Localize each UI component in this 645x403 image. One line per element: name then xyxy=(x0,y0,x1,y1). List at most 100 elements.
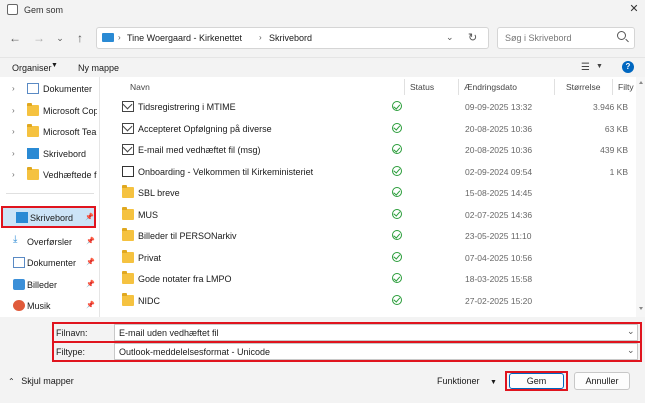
sidebar-item-downloads[interactable]: ⤓ Overførsler 📌 xyxy=(0,232,100,252)
pin-icon[interactable]: 📌 xyxy=(86,237,95,245)
sidebar-item-copilot[interactable]: › Microsoft Copilot xyxy=(0,101,100,121)
sidebar-item-skrivebord[interactable]: › Skrivebord xyxy=(0,144,100,164)
pin-icon[interactable]: 📌 xyxy=(86,301,95,309)
mail-icon xyxy=(122,122,134,134)
chevron-down-icon[interactable]: ⌄ xyxy=(446,32,454,43)
file-name: Tidsregistrering i MTIME xyxy=(138,102,236,112)
sidebar-item-music[interactable]: Musik 📌 xyxy=(0,296,100,316)
sync-status-icon xyxy=(392,165,402,176)
sidebar-item-teams[interactable]: › Microsoft Teams xyxy=(0,122,100,142)
navigation-pane: › Dokumenter › Microsoft Copilot › Micro… xyxy=(0,77,100,317)
help-icon[interactable]: ? xyxy=(622,61,634,73)
scrollbar[interactable] xyxy=(636,77,645,317)
new-folder-button[interactable]: Ny mappe xyxy=(78,63,119,73)
file-size: 3.946 KB xyxy=(593,102,628,112)
file-date: 20-08-2025 10:36 xyxy=(465,145,533,155)
back-icon[interactable]: ← xyxy=(7,30,23,46)
folder-icon xyxy=(27,103,39,116)
file-date: 02-07-2025 14:36 xyxy=(465,209,533,220)
chevron-right-icon[interactable]: › xyxy=(12,127,15,136)
sync-status-icon xyxy=(392,144,402,154)
folder-icon xyxy=(27,167,39,180)
sync-status-icon xyxy=(392,122,402,133)
table-row[interactable]: E-mail med vedhæftet fil (msg) 20-08-2025… xyxy=(118,140,645,160)
hide-folders-button[interactable]: ⌃ Skjul mapper xyxy=(8,376,74,386)
file-name: MUS xyxy=(138,209,158,220)
table-row[interactable]: Billeder til PERSONarkiv 23-05-2025 11:10 xyxy=(118,226,645,246)
table-row[interactable]: NIDC 27-02-2025 15:20 xyxy=(118,291,645,311)
sidebar-item-documents[interactable]: Dokumenter 📌 xyxy=(0,253,100,273)
chevron-right-icon[interactable]: › xyxy=(12,170,15,179)
search-input[interactable]: Søg i Skrivebord xyxy=(497,27,635,49)
chevron-right-icon[interactable]: › xyxy=(12,84,15,93)
file-name: SBL breve xyxy=(138,188,180,198)
file-size: 439 KB xyxy=(600,145,628,155)
desktop-icon xyxy=(102,33,114,42)
mail-icon xyxy=(122,101,134,112)
table-row[interactable]: Gode notater fra LMPO 18-03-2025 15:58 xyxy=(118,269,645,289)
sync-status-icon xyxy=(392,273,402,283)
file-date: 09-09-2025 13:32 xyxy=(465,102,533,112)
pin-icon[interactable]: 📌 xyxy=(85,213,94,221)
sidebar-item-skrivebord-pinned[interactable]: Skrivebord 📌 xyxy=(1,206,96,228)
download-icon: ⤓ xyxy=(13,234,18,245)
file-date: 07-04-2025 10:56 xyxy=(465,252,533,263)
title-bar: Gem som ✕ xyxy=(0,0,645,20)
view-options-icon[interactable]: ☰ xyxy=(581,62,590,73)
close-icon[interactable]: ✕ xyxy=(627,2,641,16)
file-name: E-mail med vedhæftet fil (msg) xyxy=(138,145,261,155)
folder-icon xyxy=(122,249,134,263)
file-date: 23-05-2025 11:10 xyxy=(465,231,532,241)
chevron-down-icon: ▼ xyxy=(490,379,497,386)
up-icon[interactable]: ↑ xyxy=(72,30,88,46)
breadcrumb-item[interactable]: Skrivebord xyxy=(269,33,312,43)
save-form: Filnavn: E-mail uden vedhæftet fil ⌄ Fil… xyxy=(0,318,645,403)
sidebar-item-attachments[interactable]: › Vedhæftede filer xyxy=(0,165,100,185)
table-row[interactable]: Privat 07-04-2025 10:56 xyxy=(118,248,645,268)
desktop-icon xyxy=(16,212,28,223)
cancel-button[interactable]: Annuller xyxy=(574,372,630,390)
address-bar[interactable]: › Tine Woergaard - Kirkenettet › Skriveb… xyxy=(96,27,489,49)
sync-status-icon xyxy=(392,251,402,262)
chevron-right-icon[interactable]: › xyxy=(12,106,15,115)
command-bar: Organiser ▼ Ny mappe ☰ ▼ ? xyxy=(0,57,645,77)
chevron-down-icon[interactable]: ⌄ xyxy=(52,30,68,46)
forward-icon[interactable]: → xyxy=(31,30,47,46)
pictures-icon xyxy=(13,279,25,290)
table-row[interactable]: Tidsregistrering i MTIME 09-09-2025 13:32… xyxy=(118,97,645,117)
file-name: Onboarding - Velkommen til Kirkeminister… xyxy=(138,166,314,177)
save-button[interactable]: Gem xyxy=(509,373,564,389)
pin-icon[interactable]: 📌 xyxy=(86,280,95,288)
chevron-right-icon[interactable]: › xyxy=(12,149,15,158)
file-name: Privat xyxy=(138,252,162,263)
file-list: Navn Status Ændringsdato Størrelse Filty… xyxy=(100,77,645,317)
sidebar-item-dokumenter[interactable]: › Dokumenter xyxy=(0,79,100,99)
chevron-down-icon[interactable]: ▼ xyxy=(596,63,603,70)
refresh-icon[interactable]: ↻ xyxy=(468,31,477,44)
desktop-icon xyxy=(27,148,39,159)
folder-icon xyxy=(122,292,134,306)
file-name: NIDC xyxy=(138,295,160,306)
sidebar-item-pictures[interactable]: Billeder 📌 xyxy=(0,275,100,295)
document-icon xyxy=(27,83,39,94)
breadcrumb-item[interactable]: Tine Woergaard - Kirkenettet xyxy=(127,33,242,43)
sync-status-icon xyxy=(392,294,402,305)
file-size: 63 KB xyxy=(604,123,628,134)
chevron-down-icon[interactable]: ⌄ xyxy=(627,326,635,337)
pin-icon[interactable]: 📌 xyxy=(86,258,95,266)
file-date: 27-02-2025 15:20 xyxy=(465,295,533,306)
organize-button[interactable]: Organiser xyxy=(12,63,52,73)
mail-icon xyxy=(122,144,134,155)
chevron-down-icon[interactable]: ⌄ xyxy=(627,345,635,356)
chevron-down-icon[interactable]: ▼ xyxy=(51,62,58,69)
table-row[interactable]: Accepteret Opfølgning på diverse 20-08-20… xyxy=(118,119,645,139)
functions-button[interactable]: Funktioner ▼ xyxy=(437,376,497,386)
music-icon xyxy=(13,300,25,311)
filetype-select[interactable]: Outlook-meddelelsesformat - Unicode ⌄ xyxy=(114,343,638,360)
file-date: 15-08-2025 14:45 xyxy=(465,188,533,198)
table-row[interactable]: MUS 02-07-2025 14:36 xyxy=(118,205,645,225)
table-row[interactable]: SBL breve 15-08-2025 14:45 xyxy=(118,183,645,203)
filename-input[interactable]: E-mail uden vedhæftet fil ⌄ xyxy=(114,324,638,341)
table-row[interactable]: Onboarding - Velkommen til Kirkeminister… xyxy=(118,162,645,182)
window-title: Gem som xyxy=(24,5,64,15)
